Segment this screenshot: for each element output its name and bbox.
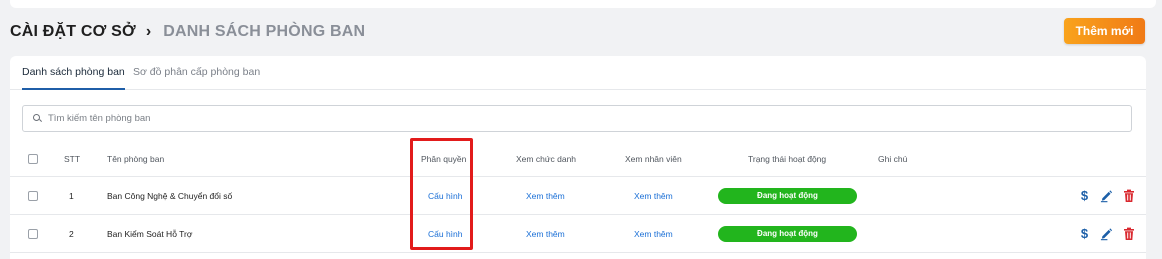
department-card: Danh sách phòng ban Sơ đồ phân cấp phòng… [10, 56, 1146, 259]
table-header: STT Tên phòng ban Phân quyền Xem chức da… [10, 142, 1146, 177]
column-header-name: Tên phòng ban [107, 154, 165, 164]
table-row: 2 Ban Kiểm Soát Hỗ Trợ Cấu hình Xem thêm… [10, 215, 1146, 253]
search-icon [33, 114, 42, 123]
search-input[interactable] [48, 113, 648, 124]
row-stt: 2 [69, 228, 74, 239]
column-header-note: Ghi chú [878, 154, 908, 164]
view-job-titles-link[interactable]: Xem thêm [526, 191, 565, 201]
row-checkbox[interactable] [28, 190, 38, 201]
dollar-icon[interactable]: $ [1078, 188, 1091, 203]
view-employees-link[interactable]: Xem thêm [634, 191, 673, 201]
column-header-job-titles: Xem chức danh [516, 154, 577, 164]
status-badge: Đang hoạt động [718, 187, 857, 204]
search-box[interactable] [22, 105, 1132, 132]
page-title: DANH SÁCH PHÒNG BAN [163, 23, 366, 40]
row-department-name: Ban Kiểm Soát Hỗ Trợ [107, 228, 193, 239]
row-stt: 1 [69, 190, 74, 201]
breadcrumb-separator-icon: › [145, 23, 152, 40]
configure-permission-link[interactable]: Cấu hình [428, 229, 463, 239]
row-actions: $ [1078, 226, 1135, 241]
tab-department-list[interactable]: Danh sách phòng ban [22, 66, 125, 90]
top-strip [10, 0, 1156, 8]
tab-bar: Danh sách phòng ban Sơ đồ phân cấp phòng… [10, 56, 1146, 90]
breadcrumb-root[interactable]: CÀI ĐẶT CƠ SỞ [10, 23, 136, 41]
view-employees-link[interactable]: Xem thêm [634, 229, 673, 239]
breadcrumb: CÀI ĐẶT CƠ SỞ › DANH SÁCH PHÒNG BAN [10, 20, 365, 44]
configure-permission-link[interactable]: Cấu hình [428, 191, 463, 201]
trash-icon[interactable] [1122, 227, 1135, 241]
table-row: 1 Ban Công Nghệ & Chuyển đổi số Cấu hình… [10, 177, 1146, 215]
column-header-permission: Phân quyền [421, 154, 467, 164]
tab-department-hierarchy[interactable]: Sơ đồ phân cấp phòng ban [133, 66, 260, 90]
row-department-name: Ban Công Nghệ & Chuyển đổi số [107, 190, 233, 201]
column-header-stt: STT [64, 154, 81, 164]
add-new-button[interactable]: Thêm mới [1064, 18, 1145, 44]
pencil-icon[interactable] [1100, 227, 1113, 241]
row-actions: $ [1078, 188, 1135, 203]
column-header-employees: Xem nhân viên [625, 154, 682, 164]
row-checkbox[interactable] [28, 228, 38, 239]
dollar-icon[interactable]: $ [1078, 226, 1091, 241]
view-job-titles-link[interactable]: Xem thêm [526, 229, 565, 239]
status-badge: Đang hoạt động [718, 225, 857, 242]
pencil-icon[interactable] [1100, 189, 1113, 203]
column-header-status: Trạng thái hoạt động [748, 154, 827, 164]
trash-icon[interactable] [1122, 189, 1135, 203]
select-all-checkbox[interactable] [28, 154, 38, 164]
